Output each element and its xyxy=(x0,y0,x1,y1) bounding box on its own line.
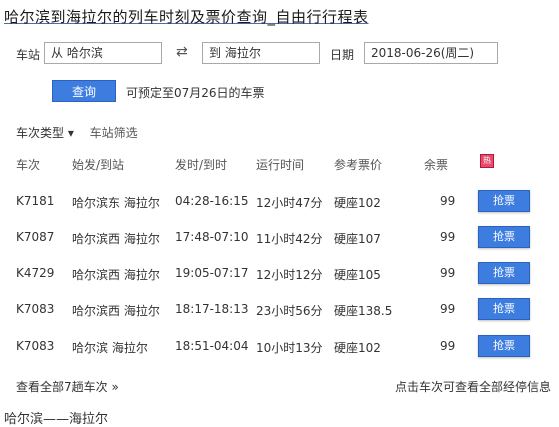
table-row: K7083 哈尔滨西 海拉尔 18:17-18:13 23小时56分 硬座138.5 99… xyxy=(0,298,559,322)
cell-remaining: 99 xyxy=(440,339,456,353)
cell-remaining: 99 xyxy=(440,266,456,280)
cell-times: 04:28-16:15 xyxy=(175,194,249,208)
header-duration: 运行时间 xyxy=(256,158,305,172)
view-all-link[interactable]: 查看全部7趟车次 » xyxy=(16,378,119,395)
page-title: 哈尔滨到海拉尔的列车时刻及票价查询_自由行行程表 xyxy=(4,8,369,26)
table-row: K7083 哈尔滨 海拉尔 18:51-04:04 10小时13分 硬座102 99 抢票 xyxy=(0,335,559,359)
cell-times: 17:48-07:10 xyxy=(175,230,249,244)
book-ticket-button[interactable]: 抢票 xyxy=(478,190,530,212)
book-ticket-button[interactable]: 抢票 xyxy=(478,262,530,284)
train-type-filter[interactable]: 车次类型 ▾ xyxy=(16,126,74,140)
table-header: 车次 始发/到站 发时/到时 运行时间 参考票价 余票 xyxy=(0,156,559,174)
cell-remaining: 99 xyxy=(440,194,456,208)
header-times: 发时/到时 xyxy=(175,158,228,172)
header-stations: 始发/到站 xyxy=(72,158,125,172)
cell-duration: 12小时47分 xyxy=(256,196,323,210)
filter-row: 车次类型 ▾ 车站筛选 xyxy=(16,124,150,141)
to-station-input[interactable]: 到 海拉尔 xyxy=(202,42,320,64)
book-ticket-button[interactable]: 抢票 xyxy=(478,298,530,320)
hot-badge: 热 xyxy=(480,154,494,168)
cell-times: 18:51-04:04 xyxy=(175,339,249,353)
cell-stations: 哈尔滨东 海拉尔 xyxy=(72,196,160,210)
station-filter[interactable]: 车站筛选 xyxy=(90,126,138,140)
cell-train-no[interactable]: K4729 xyxy=(16,266,68,280)
cell-stations: 哈尔滨西 海拉尔 xyxy=(72,232,160,246)
date-label: 日期 xyxy=(330,48,355,62)
cell-duration: 23小时56分 xyxy=(256,304,323,318)
cell-price: 硬座105 xyxy=(334,268,381,282)
book-ticket-button[interactable]: 抢票 xyxy=(478,226,530,248)
search-form: 车站 从 哈尔滨 ⇄ 到 海拉尔 日期 2018-06-26(周二) xyxy=(0,42,559,66)
table-row: K4729 哈尔滨西 海拉尔 19:05-07:17 12小时12分 硬座105 99 抢票 xyxy=(0,262,559,286)
view-stops-note: 点击车次可查看全部经停信息 xyxy=(394,380,551,394)
header-price: 参考票价 xyxy=(334,158,383,172)
book-ticket-button[interactable]: 抢票 xyxy=(478,335,530,357)
cell-remaining: 99 xyxy=(440,302,456,316)
cell-remaining: 99 xyxy=(440,230,456,244)
cell-train-no[interactable]: K7083 xyxy=(16,339,68,353)
cell-price: 硬座102 xyxy=(334,196,381,210)
cell-price: 硬座138.5 xyxy=(334,304,393,318)
swap-icon[interactable]: ⇄ xyxy=(176,44,188,60)
cell-stations: 哈尔滨西 海拉尔 xyxy=(72,304,160,318)
cell-duration: 11小时42分 xyxy=(256,232,323,246)
cell-price: 硬座107 xyxy=(334,232,381,246)
table-row: K7181 哈尔滨东 海拉尔 04:28-16:15 12小时47分 硬座102 99 抢票 xyxy=(0,190,559,214)
cell-duration: 10小时13分 xyxy=(256,341,323,355)
cell-times: 18:17-18:13 xyxy=(175,302,249,316)
presale-note: 可预定至07月26日的车票 xyxy=(126,86,265,100)
cell-train-no[interactable]: K7087 xyxy=(16,230,68,244)
header-remaining: 余票 xyxy=(424,158,449,172)
cell-stations: 哈尔滨西 海拉尔 xyxy=(72,268,160,282)
from-label: 车站 xyxy=(16,48,41,62)
from-station-input[interactable]: 从 哈尔滨 xyxy=(44,42,162,64)
date-input[interactable]: 2018-06-26(周二) xyxy=(364,42,498,64)
cell-stations: 哈尔滨 海拉尔 xyxy=(72,341,148,355)
query-button[interactable]: 查询 xyxy=(52,80,116,102)
cell-times: 19:05-07:17 xyxy=(175,266,249,280)
cell-train-no[interactable]: K7083 xyxy=(16,302,68,316)
cell-duration: 12小时12分 xyxy=(256,268,323,282)
header-train-no: 车次 xyxy=(16,158,41,172)
cell-price: 硬座102 xyxy=(334,341,381,355)
table-row: K7087 哈尔滨西 海拉尔 17:48-07:10 11小时42分 硬座107 99 抢票 xyxy=(0,226,559,250)
cell-train-no[interactable]: K7181 xyxy=(16,194,68,208)
